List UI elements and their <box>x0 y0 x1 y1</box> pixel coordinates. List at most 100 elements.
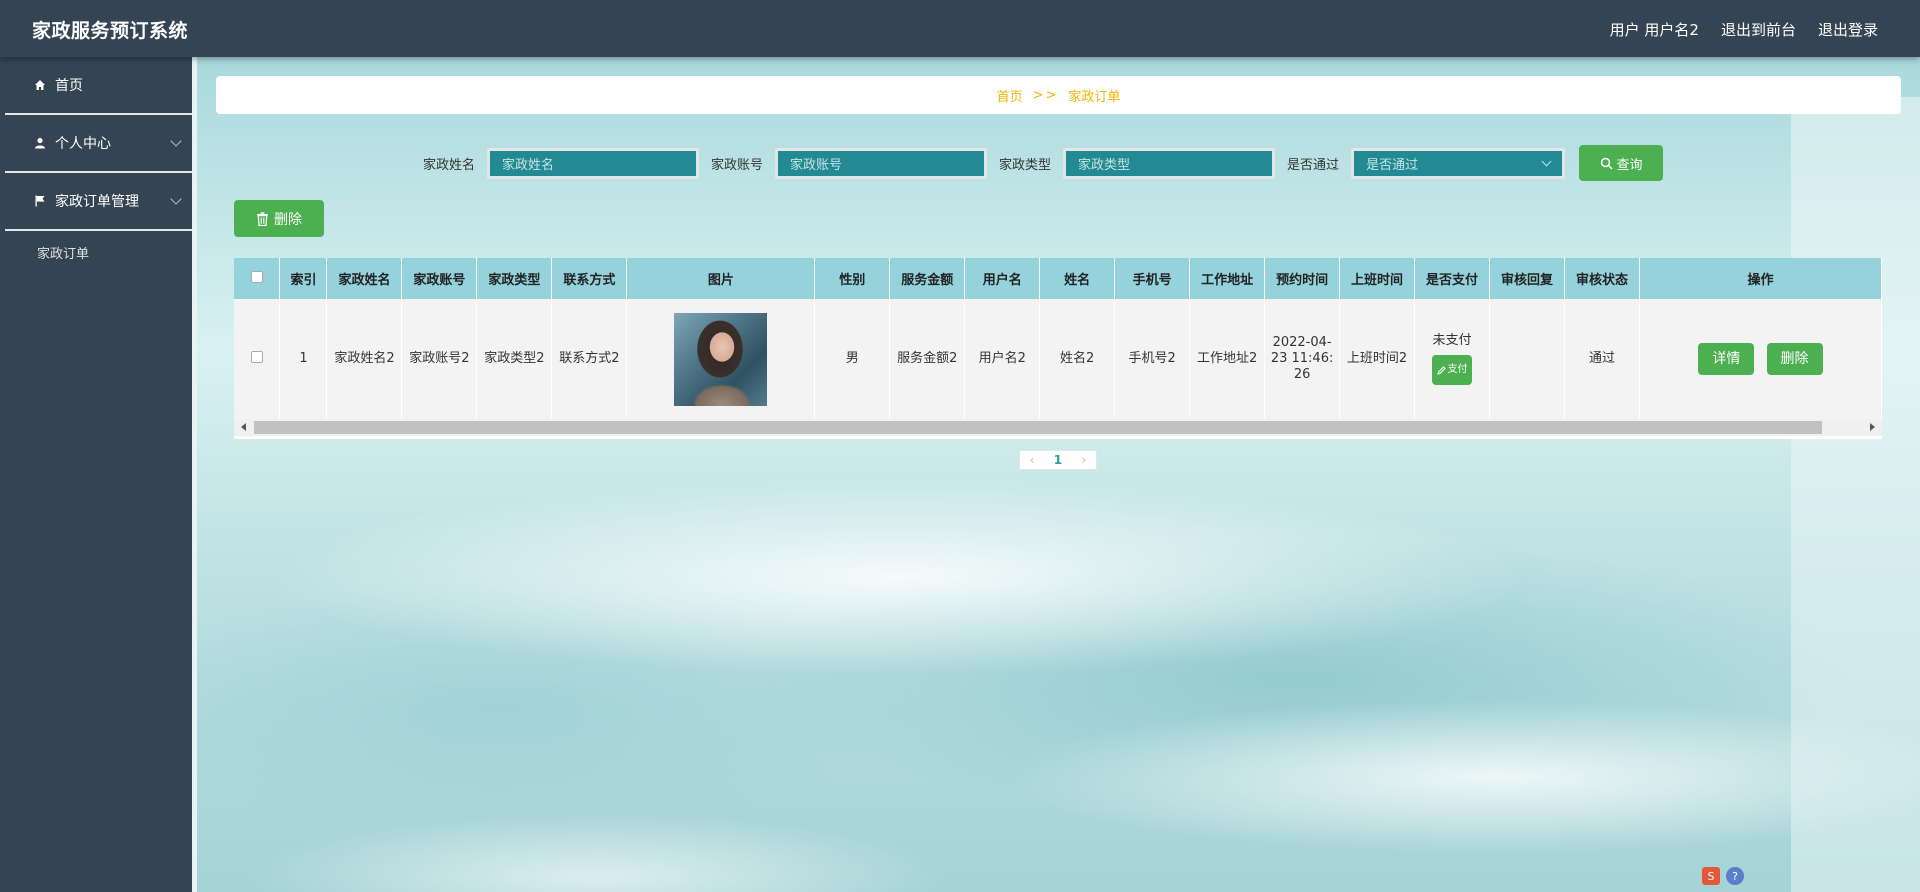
paid-status: 未支付 <box>1432 333 1472 348</box>
cell-username: 用户名2 <box>964 299 1041 419</box>
cell-contact: 联系方式2 <box>551 299 628 419</box>
corner-widgets: S ? <box>1702 867 1744 885</box>
sidebar: 首页 个人中心 家政订单管理 家政订单 <box>0 57 192 892</box>
search-select-approved[interactable]: 是否通过 <box>1351 147 1566 179</box>
checkbox[interactable] <box>250 270 263 283</box>
search-label-approved: 是否通过 <box>1287 157 1340 173</box>
row-delete-button[interactable]: 删除 <box>1766 343 1823 375</box>
cell-address: 工作地址2 <box>1189 299 1266 419</box>
column-header: 图片 <box>626 258 816 299</box>
user-icon <box>33 136 47 150</box>
cell-account: 家政账号2 <box>401 299 478 419</box>
table-row: 1 家政姓名2 家政账号2 家政类型2 联系方式2 男 服务金额2 用户名2 姓… <box>234 299 1882 419</box>
cell-type: 家政类型2 <box>476 299 553 419</box>
table-header-row: 索引 家政姓名 家政账号 家政类型 联系方式 图片 性别 服务金额 用户名 姓名… <box>234 258 1882 299</box>
help-icon[interactable]: ? <box>1726 867 1744 885</box>
scroll-right-icon[interactable] <box>1870 423 1875 431</box>
background-decoration <box>1791 97 1920 892</box>
sidebar-item-label: 家政订单管理 <box>55 194 139 210</box>
column-header: 用户名 <box>964 258 1041 299</box>
scroll-left-icon[interactable] <box>241 423 246 431</box>
header-select-all[interactable] <box>234 258 281 299</box>
column-header: 姓名 <box>1039 258 1116 299</box>
sidebar-divider <box>192 57 197 892</box>
column-header: 上班时间 <box>1339 258 1416 299</box>
cell-name: 家政姓名2 <box>326 299 403 419</box>
sidebar-item-label: 首页 <box>55 78 83 94</box>
worker-photo <box>674 312 768 406</box>
column-header: 工作地址 <box>1189 258 1266 299</box>
bulk-delete-button[interactable]: 删除 <box>234 200 324 237</box>
search-icon <box>1600 157 1613 170</box>
cell-photo <box>626 299 816 419</box>
column-header: 联系方式 <box>551 258 628 299</box>
detail-button[interactable]: 详情 <box>1698 343 1755 375</box>
column-header: 家政姓名 <box>326 258 403 299</box>
pay-button[interactable]: 支付 <box>1432 355 1473 385</box>
home-icon <box>33 78 47 92</box>
search-input-name[interactable]: 家政姓名 <box>487 147 700 179</box>
breadcrumb-home[interactable]: 首页 <box>997 86 1023 105</box>
prev-page-button[interactable]: ‹ <box>1030 453 1035 467</box>
header-actions: 用户 用户名2 退出到前台 退出登录 <box>1610 19 1878 40</box>
cell-actions: 详情 删除 <box>1639 299 1882 419</box>
bulk-delete-label: 删除 <box>274 211 302 228</box>
ime-icon[interactable]: S <box>1702 867 1720 885</box>
breadcrumb: 首页 >> 家政订单 <box>216 76 1901 114</box>
edit-icon <box>1436 365 1446 375</box>
column-header: 家政类型 <box>476 258 553 299</box>
column-header: 审核状态 <box>1564 258 1640 299</box>
chevron-down-icon <box>170 135 182 147</box>
current-user[interactable]: 用户 用户名2 <box>1610 19 1699 40</box>
column-header: 索引 <box>279 258 328 299</box>
sidebar-item-label: 个人中心 <box>55 136 111 152</box>
breadcrumb-separator: >> <box>1032 87 1059 103</box>
cell-paid: 未支付 支付 <box>1414 299 1491 419</box>
flag-icon <box>33 194 47 208</box>
cell-appoint-time: 2022-04-23 11:46:26 <box>1264 299 1341 419</box>
cell-review-reply <box>1489 299 1565 419</box>
chevron-down-icon <box>170 193 182 205</box>
app-title: 家政服务预订系统 <box>32 20 189 42</box>
pagination: ‹ 1 › <box>1019 450 1097 470</box>
column-header: 家政账号 <box>401 258 478 299</box>
cell-realname: 姓名2 <box>1039 299 1116 419</box>
column-header: 手机号 <box>1114 258 1191 299</box>
search-button[interactable]: 查询 <box>1579 145 1664 181</box>
pay-button-label: 支付 <box>1447 364 1468 375</box>
checkbox[interactable] <box>250 350 263 363</box>
sidebar-subitem-orders[interactable]: 家政订单 <box>0 231 192 273</box>
orders-table: 索引 家政姓名 家政账号 家政类型 联系方式 图片 性别 服务金额 用户名 姓名… <box>234 258 1882 439</box>
search-input-type[interactable]: 家政类型 <box>1063 147 1276 179</box>
chevron-down-icon <box>1541 156 1552 166</box>
column-header: 审核回复 <box>1489 258 1565 299</box>
cell-work-time: 上班时间2 <box>1339 299 1416 419</box>
search-label-type: 家政类型 <box>999 157 1052 173</box>
select-placeholder: 是否通过 <box>1366 157 1419 173</box>
column-header: 性别 <box>814 258 891 299</box>
column-header: 预约时间 <box>1264 258 1341 299</box>
logout-link[interactable]: 退出登录 <box>1818 19 1878 40</box>
cell-amount: 服务金额2 <box>889 299 966 419</box>
row-select[interactable] <box>234 299 281 419</box>
main-content: 首页 >> 家政订单 家政姓名 家政姓名 家政账号 家政账号 家政类型 家政类型… <box>197 57 1920 892</box>
cell-phone: 手机号2 <box>1114 299 1191 419</box>
search-form: 家政姓名 家政姓名 家政账号 家政账号 家政类型 家政类型 是否通过 是否通过 … <box>423 145 1664 181</box>
search-button-label: 查询 <box>1616 157 1643 173</box>
sidebar-item-order-management[interactable]: 家政订单管理 <box>5 173 192 231</box>
column-header: 操作 <box>1639 258 1882 299</box>
next-page-button[interactable]: › <box>1081 453 1086 467</box>
search-label-account: 家政账号 <box>711 157 764 173</box>
column-header: 服务金额 <box>889 258 966 299</box>
exit-to-front-link[interactable]: 退出到前台 <box>1721 19 1796 40</box>
top-header: 家政服务预订系统 用户 用户名2 退出到前台 退出登录 <box>0 0 1920 57</box>
search-input-account[interactable]: 家政账号 <box>775 147 988 179</box>
page-number[interactable]: 1 <box>1054 453 1062 467</box>
sidebar-item-home[interactable]: 首页 <box>5 57 192 115</box>
search-label-name: 家政姓名 <box>423 157 476 173</box>
trash-icon <box>257 211 268 226</box>
scrollbar-thumb[interactable] <box>254 421 1822 434</box>
breadcrumb-current: 家政订单 <box>1068 89 1121 105</box>
sidebar-item-personal-center[interactable]: 个人中心 <box>5 115 192 173</box>
horizontal-scrollbar[interactable] <box>234 419 1882 436</box>
